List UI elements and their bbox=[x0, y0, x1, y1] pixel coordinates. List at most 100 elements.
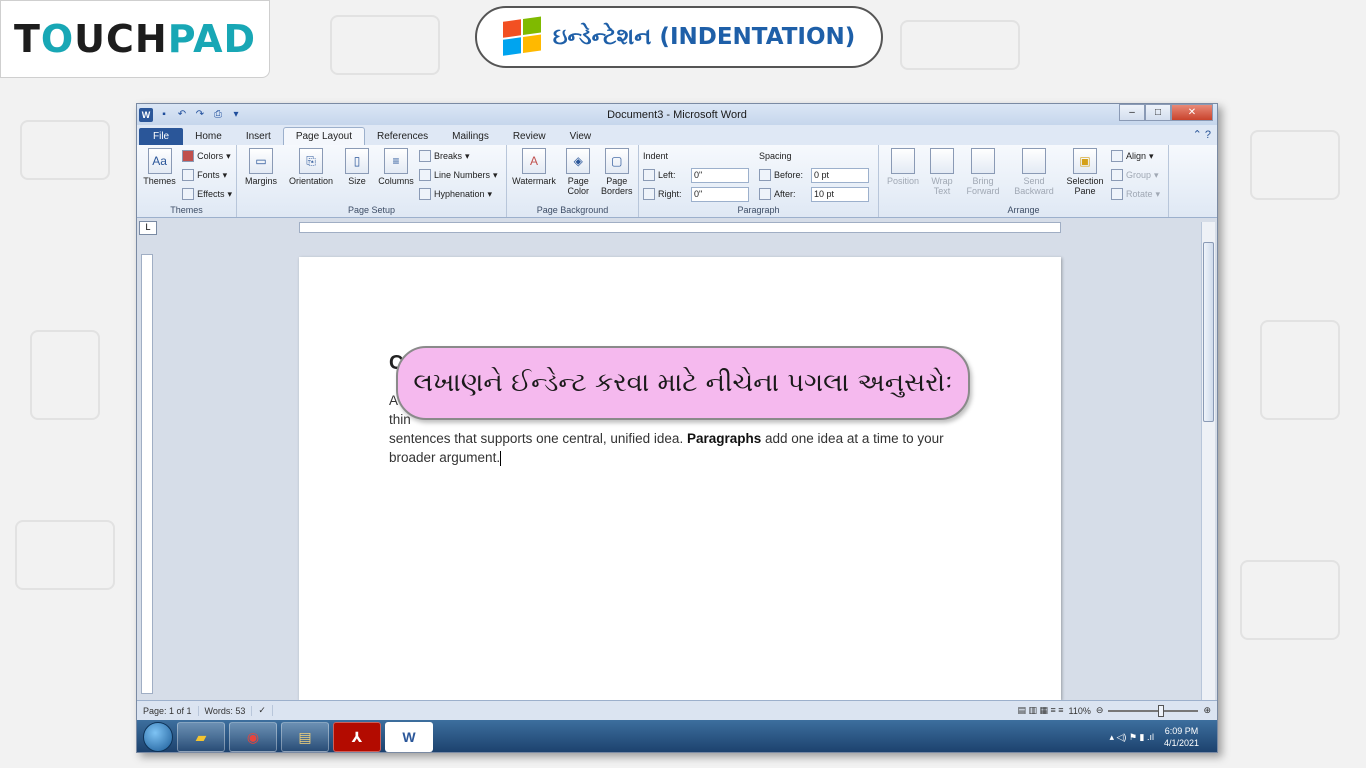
group-label-arrange: Arrange bbox=[1007, 205, 1040, 215]
group-label-paragraph: Paragraph bbox=[737, 205, 780, 215]
tab-mailings[interactable]: Mailings bbox=[440, 128, 501, 145]
colors-icon bbox=[182, 150, 195, 162]
touchpad-logo: T O UCH PAD bbox=[0, 0, 270, 78]
page-count[interactable]: Page: 1 of 1 bbox=[137, 705, 199, 716]
spacing-after-input[interactable]: 10 pt bbox=[811, 186, 869, 202]
indent-left-icon bbox=[643, 169, 655, 181]
taskbar-chrome-icon[interactable]: ◉ bbox=[229, 722, 277, 752]
word-count[interactable]: Words: 53 bbox=[199, 705, 253, 716]
spacing-after-icon bbox=[759, 188, 771, 200]
colors-button[interactable]: Colors ▾ bbox=[182, 148, 232, 164]
text-cursor bbox=[500, 450, 502, 466]
word-app-icon[interactable]: W bbox=[139, 107, 153, 122]
effects-button[interactable]: Effects ▾ bbox=[182, 186, 232, 202]
taskbar-explorer-folder-icon[interactable]: ▰ bbox=[177, 722, 225, 752]
document-page[interactable]: C A thin sentences that supports one cen… bbox=[299, 257, 1061, 700]
group-icon bbox=[1111, 169, 1123, 181]
maximize-button[interactable]: □ bbox=[1145, 104, 1171, 121]
instruction-callout: લખાણને ઈન્ડેન્ટ કરવા માટે નીચેના પગલા અન… bbox=[396, 346, 970, 420]
tab-selector[interactable]: L bbox=[139, 221, 157, 235]
hyphenation-button[interactable]: Hyphenation ▾ bbox=[419, 186, 498, 202]
vertical-ruler[interactable] bbox=[141, 254, 153, 694]
zoom-in-icon[interactable]: ⊕ bbox=[1203, 705, 1211, 716]
callout-text: લખાણને ઈન્ડેન્ટ કરવા માટે નીચેના પગલા અન… bbox=[413, 367, 953, 398]
scroll-thumb[interactable] bbox=[1203, 242, 1214, 422]
customize-qat-icon[interactable]: ▾ bbox=[229, 108, 243, 122]
selection-pane-icon: ▣ bbox=[1073, 148, 1097, 174]
fonts-icon bbox=[182, 169, 195, 181]
status-bar: Page: 1 of 1 Words: 53 ✓ ▤ ▥ ▦ ≡ ≡ 110% … bbox=[137, 700, 1217, 720]
page-color-icon: ◈ bbox=[566, 148, 591, 174]
zoom-slider-knob[interactable] bbox=[1158, 704, 1165, 717]
rotate-icon bbox=[1111, 188, 1123, 200]
spacing-before-icon bbox=[759, 169, 771, 181]
taskbar-word-icon[interactable]: W bbox=[385, 722, 433, 752]
zoom-level[interactable]: 110% bbox=[1069, 706, 1091, 716]
tab-insert[interactable]: Insert bbox=[234, 128, 283, 145]
effects-icon bbox=[182, 188, 195, 200]
group-arrange: Position Wrap Text Bring Forward Send Ba… bbox=[879, 145, 1169, 217]
breaks-icon bbox=[419, 150, 431, 162]
tab-references[interactable]: References bbox=[365, 128, 440, 145]
bring-forward-icon bbox=[971, 148, 995, 174]
group-paragraph: Indent Left: 0" Right: 0" Spacing Before: 0… bbox=[639, 145, 879, 217]
group-label-page-background: Page Background bbox=[536, 205, 609, 215]
taskbar-files-icon[interactable]: ▤ bbox=[281, 722, 329, 752]
tab-review[interactable]: Review bbox=[501, 128, 558, 145]
print-icon[interactable]: ⎙ bbox=[211, 108, 225, 122]
group-button[interactable]: Group ▾ bbox=[1111, 167, 1160, 183]
close-button[interactable]: ✕ bbox=[1171, 104, 1213, 121]
indent-right-icon bbox=[643, 188, 655, 200]
ruler-row: L bbox=[137, 218, 1217, 236]
tab-home[interactable]: Home bbox=[183, 128, 234, 145]
group-label-page-setup: Page Setup bbox=[347, 205, 396, 215]
zoom-out-icon[interactable]: ⊖ bbox=[1096, 705, 1104, 716]
taskbar: ▰ ◉ ▤ ⅄ W ▴ ◁) ⚑ ▮ .ıl 6:09 PM 4/1/2021 bbox=[137, 720, 1217, 752]
proofing-icon[interactable]: ✓ bbox=[252, 705, 273, 716]
position-icon bbox=[891, 148, 915, 174]
zoom-slider[interactable] bbox=[1108, 704, 1199, 717]
ribbon: Aa Themes Colors ▾ Fonts ▾ Effects ▾ The… bbox=[137, 145, 1217, 218]
align-button[interactable]: Align ▾ bbox=[1111, 148, 1160, 164]
help-icon[interactable]: ⌃ ? bbox=[1193, 128, 1211, 141]
breaks-button[interactable]: Breaks ▾ bbox=[419, 148, 498, 164]
view-buttons[interactable]: ▤ ▥ ▦ ≡ ≡ bbox=[1018, 705, 1064, 716]
start-button[interactable] bbox=[143, 722, 173, 752]
orientation-icon: ⎘ bbox=[299, 148, 323, 174]
indent-label: Indent bbox=[643, 151, 669, 161]
tab-file[interactable]: File bbox=[139, 128, 184, 145]
lesson-title: ઇન્ડેન્ટેશન (INDENTATION) bbox=[475, 6, 883, 68]
vertical-scrollbar[interactable] bbox=[1201, 222, 1215, 700]
word-window: W ▪ ↶ ↷ ⎙ ▾ Document3 - Microsoft Word –… bbox=[136, 103, 1218, 753]
tab-page-layout[interactable]: Page Layout bbox=[282, 127, 365, 145]
line-numbers-button[interactable]: Line Numbers ▾ bbox=[419, 167, 498, 183]
title-bar: W ▪ ↶ ↷ ⎙ ▾ Document3 - Microsoft Word –… bbox=[137, 104, 1217, 125]
clock[interactable]: 6:09 PM 4/1/2021 bbox=[1164, 725, 1199, 749]
window-title: Document3 - Microsoft Word bbox=[607, 108, 747, 121]
minimize-button[interactable]: – bbox=[1119, 104, 1145, 121]
hyphenation-icon bbox=[419, 188, 431, 200]
themes-icon: Aa bbox=[147, 148, 172, 174]
windows-logo-icon bbox=[502, 16, 543, 58]
undo-icon[interactable]: ↶ bbox=[175, 108, 189, 122]
group-page-background: A Watermark ◈ Page Color ▢ Page Borders Pag… bbox=[507, 145, 639, 217]
save-icon[interactable]: ▪ bbox=[157, 108, 171, 122]
spacing-before-input[interactable]: 0 pt bbox=[811, 167, 869, 183]
send-backward-icon bbox=[1022, 148, 1046, 174]
lesson-title-text: ઇન્ડેન્ટેશન (INDENTATION) bbox=[552, 24, 856, 50]
wrap-text-icon bbox=[930, 148, 954, 174]
horizontal-ruler[interactable] bbox=[299, 222, 1061, 233]
tray-icons[interactable]: ▴ ◁) ⚑ ▮ .ıl bbox=[1109, 732, 1153, 743]
rotate-button[interactable]: Rotate ▾ bbox=[1111, 186, 1160, 202]
taskbar-acrobat-icon[interactable]: ⅄ bbox=[333, 722, 381, 752]
indent-right-input[interactable]: 0" bbox=[691, 186, 749, 202]
logo-o: O bbox=[40, 17, 75, 61]
fonts-button[interactable]: Fonts ▾ bbox=[182, 167, 232, 183]
system-tray: ▴ ◁) ⚑ ▮ .ıl 6:09 PM 4/1/2021 bbox=[1109, 725, 1199, 749]
group-label-themes: Themes bbox=[170, 205, 203, 215]
indent-left-input[interactable]: 0" bbox=[691, 167, 749, 183]
tab-view[interactable]: View bbox=[558, 128, 604, 145]
margins-icon: ▭ bbox=[249, 148, 273, 174]
watermark-icon: A bbox=[522, 148, 546, 174]
redo-icon[interactable]: ↷ bbox=[193, 108, 207, 122]
